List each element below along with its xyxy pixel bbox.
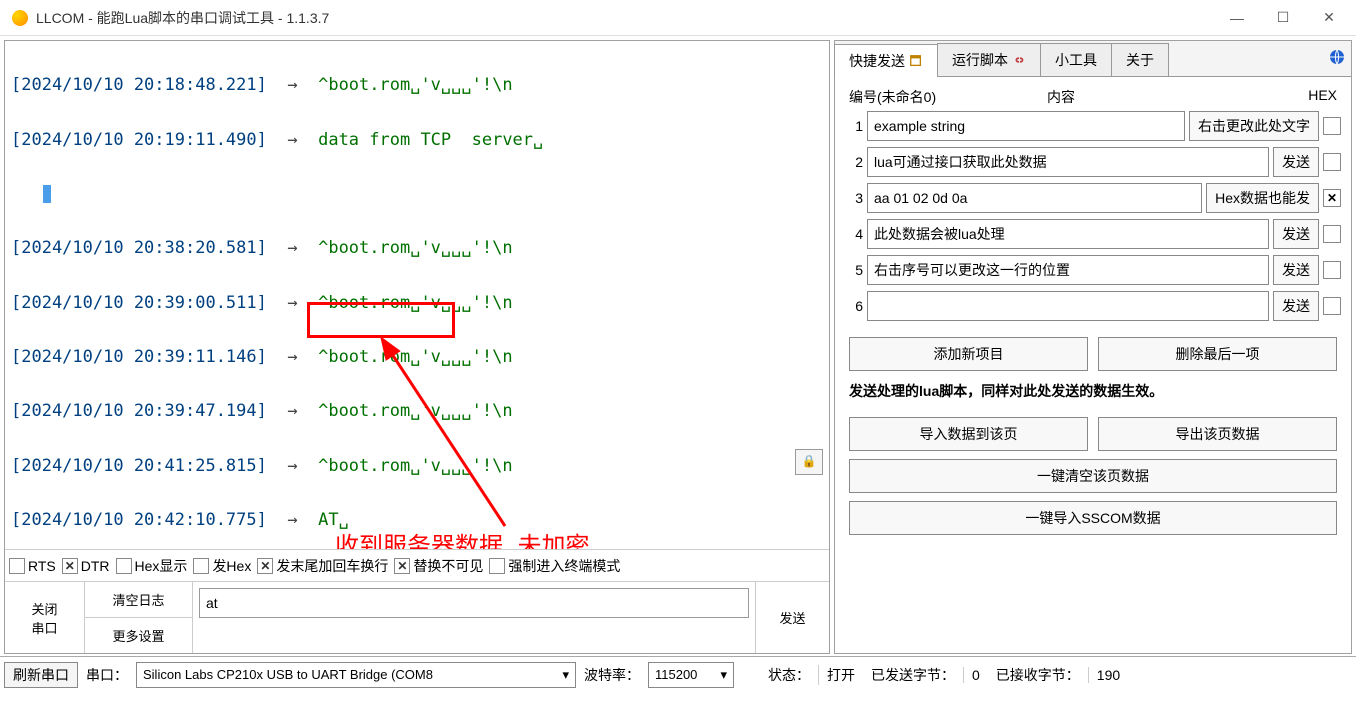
new-window-icon (909, 54, 923, 68)
recv-value: 190 (1088, 667, 1128, 683)
delete-last-button[interactable]: 删除最后一项 (1098, 337, 1337, 371)
quick-hex-1[interactable] (1323, 117, 1341, 135)
status-bar: 刷新串口 串口： Silicon Labs CP210x USB to UART… (0, 656, 1356, 692)
quick-send-btn-5[interactable]: 发送 (1273, 255, 1319, 285)
dtr-checkbox[interactable]: DTR (62, 558, 110, 574)
quick-input-4[interactable] (867, 219, 1269, 249)
tabs: 快捷发送 运行脚本 小工具 关于 (835, 41, 1351, 77)
port-label: 串口： (84, 665, 130, 685)
quick-row: 6 发送 (845, 291, 1341, 321)
minimize-button[interactable]: — (1214, 3, 1260, 33)
quick-input-1[interactable] (867, 111, 1185, 141)
link-icon (1012, 53, 1026, 67)
add-item-button[interactable]: 添加新项目 (849, 337, 1088, 371)
send-input[interactable] (199, 588, 749, 618)
cursor (43, 185, 51, 203)
quick-send-header: 编号 (未命名0) 内容 HEX (835, 77, 1351, 111)
state-label: 状态： (766, 665, 812, 685)
send-row: 关闭 串口 清空日志 更多设置 发送 (5, 581, 829, 653)
recv-label: 已接收字节： (994, 665, 1082, 685)
quick-row: 3 Hex数据也能发 (845, 183, 1341, 213)
log-area[interactable]: [2024/10/10 20:18:48.221] → ^boot.rom␣'v… (5, 41, 829, 549)
quick-send-btn-4[interactable]: 发送 (1273, 219, 1319, 249)
annotation-text: 收到服务器数据 未加密 (335, 527, 589, 549)
tab-about[interactable]: 关于 (1111, 43, 1169, 76)
quick-row: 4 发送 (845, 219, 1341, 249)
log-timestamp: [2024/10/10 20:18:48.221] (11, 75, 267, 95)
append-crlf-checkbox[interactable]: 发末尾加回车换行 (257, 556, 388, 576)
tab-quick-send[interactable]: 快捷发送 (834, 44, 938, 77)
left-panel: [2024/10/10 20:18:48.221] → ^boot.rom␣'v… (4, 40, 830, 654)
import-sscom-button[interactable]: 一键导入SSCOM数据 (849, 501, 1337, 535)
quick-hex-3[interactable] (1323, 189, 1341, 207)
sent-label: 已发送字节： (869, 665, 957, 685)
close-port-button[interactable]: 关闭 串口 (5, 582, 85, 653)
refresh-ports-button[interactable]: 刷新串口 (4, 662, 78, 688)
quick-input-5[interactable] (867, 255, 1269, 285)
more-settings-button[interactable]: 更多设置 (85, 618, 193, 653)
quick-input-6[interactable] (867, 291, 1269, 321)
quick-hex-2[interactable] (1323, 153, 1341, 171)
port-select[interactable]: Silicon Labs CP210x USB to UART Bridge (… (136, 662, 576, 688)
chevron-down-icon: ▾ (720, 667, 727, 683)
annotation-arrow (325, 331, 525, 531)
titlebar: LLCOM - 能跑Lua脚本的串口调试工具 - 1.1.3.7 — ☐ ✕ (0, 0, 1356, 36)
quick-hex-6[interactable] (1323, 297, 1341, 315)
lua-note: 发送处理的lua脚本，同样对此处发送的数据生效。 (835, 375, 1351, 407)
right-panel: 快捷发送 运行脚本 小工具 关于 编号 (未命名0) 内容 HEX 1 右击更改… (834, 40, 1352, 654)
maximize-button[interactable]: ☐ (1260, 3, 1306, 33)
baud-label: 波特率： (582, 665, 642, 685)
quick-send-btn-1[interactable]: 右击更改此处文字 (1189, 111, 1319, 141)
rts-checkbox[interactable]: RTS (9, 558, 56, 574)
terminal-mode-checkbox[interactable]: 强制进入终端模式 (489, 556, 620, 576)
hex-display-checkbox[interactable]: Hex显示 (116, 556, 188, 576)
options-bar: RTS DTR Hex显示 发Hex 发末尾加回车换行 替换不可见 强制进入终端… (5, 549, 829, 581)
quick-input-3[interactable] (867, 183, 1202, 213)
window-title: LLCOM - 能跑Lua脚本的串口调试工具 - 1.1.3.7 (36, 8, 1214, 28)
quick-row: 5 发送 (845, 255, 1341, 285)
tab-tools[interactable]: 小工具 (1040, 43, 1112, 76)
import-page-button[interactable]: 导入数据到该页 (849, 417, 1088, 451)
quick-hex-4[interactable] (1323, 225, 1341, 243)
quick-input-2[interactable] (867, 147, 1269, 177)
export-page-button[interactable]: 导出该页数据 (1098, 417, 1337, 451)
lock-scroll-button[interactable]: 🔒 (795, 449, 823, 475)
baud-select[interactable]: 115200▾ (648, 662, 734, 688)
send-hex-checkbox[interactable]: 发Hex (193, 556, 251, 576)
send-button[interactable]: 发送 (755, 582, 829, 653)
globe-icon[interactable] (1329, 49, 1345, 65)
chevron-down-icon: ▾ (562, 667, 569, 683)
sent-value: 0 (963, 667, 988, 683)
quick-send-rows: 1 右击更改此处文字 2 发送 3 Hex数据也能发 4 发送 (835, 111, 1351, 327)
quick-row: 2 发送 (845, 147, 1341, 177)
app-icon (12, 10, 28, 26)
quick-hex-5[interactable] (1323, 261, 1341, 279)
quick-send-btn-2[interactable]: 发送 (1273, 147, 1319, 177)
quick-send-btn-6[interactable]: 发送 (1273, 291, 1319, 321)
clear-page-button[interactable]: 一键清空该页数据 (849, 459, 1337, 493)
clear-log-button[interactable]: 清空日志 (85, 582, 193, 618)
replace-invisible-checkbox[interactable]: 替换不可见 (394, 556, 483, 576)
state-value: 打开 (818, 665, 863, 685)
tab-run-script[interactable]: 运行脚本 (937, 43, 1041, 76)
quick-row: 1 右击更改此处文字 (845, 111, 1341, 141)
close-button[interactable]: ✕ (1306, 3, 1352, 33)
quick-send-btn-3[interactable]: Hex数据也能发 (1206, 183, 1319, 213)
